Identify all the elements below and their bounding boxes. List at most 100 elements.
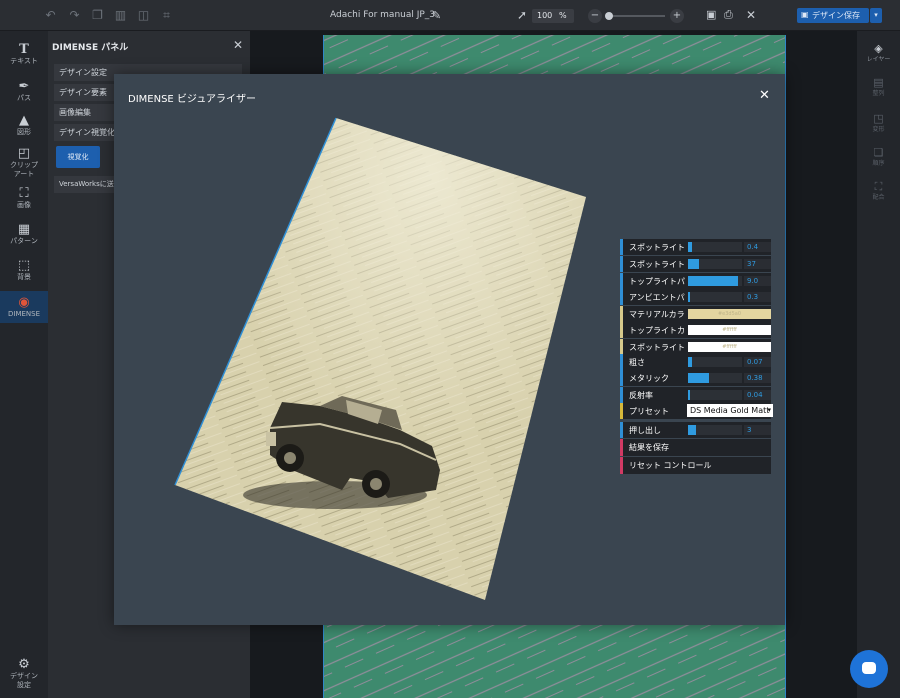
- control-value-input[interactable]: 3: [744, 425, 771, 435]
- control-slider[interactable]: [688, 259, 742, 269]
- close-icon[interactable]: ✕: [233, 38, 243, 52]
- crop-fit-icon[interactable]: ◫: [137, 9, 150, 22]
- layers-icon: ◈: [874, 42, 883, 55]
- pointer-icon[interactable]: ➚: [517, 8, 527, 22]
- control-row-0: スポットライトバ 0.4: [620, 239, 771, 255]
- redo-icon[interactable]: ↷: [68, 9, 81, 22]
- duplicate-icon[interactable]: ❐: [91, 9, 104, 22]
- control-label: アンビエントパ: [629, 293, 685, 302]
- zoom-unit: %: [559, 11, 567, 20]
- control-label: 反射率: [629, 391, 653, 400]
- tool-layers[interactable]: ◈ レイヤー: [857, 42, 900, 64]
- tool-label: 画像: [17, 201, 31, 209]
- control-slider[interactable]: [688, 292, 742, 302]
- control-slider-fill: [688, 259, 699, 269]
- control-row-11: 押し出し 3: [620, 422, 771, 438]
- panel-title: DIMENSE パネル: [52, 43, 129, 53]
- control-value-input[interactable]: 0.3: [744, 292, 771, 302]
- control-row-8: メタリック 0.38: [620, 370, 771, 386]
- undo-icon[interactable]: ↶: [44, 9, 57, 22]
- visualize-button[interactable]: 視覚化: [56, 146, 100, 168]
- control-slider[interactable]: [688, 390, 742, 400]
- control-label: スポットライトバ: [629, 243, 685, 252]
- control-value-input[interactable]: 9.0: [744, 276, 771, 286]
- print-icon[interactable]: ⎙: [724, 8, 733, 22]
- chat-icon: [862, 662, 876, 674]
- control-row-10: プリセット DS Media Gold Matt ▾: [620, 403, 773, 419]
- zoom-slider-handle[interactable]: [605, 12, 613, 20]
- tool-label: 配合: [872, 194, 885, 201]
- text-icon: T: [19, 42, 29, 57]
- control-slider[interactable]: [688, 373, 742, 383]
- tool-label: 図形: [17, 128, 31, 136]
- tool-label: パス: [17, 94, 31, 102]
- control-value-input[interactable]: 0.04: [744, 390, 771, 400]
- document-title: Adachi For manual JP_3: [330, 10, 436, 20]
- control-value-input[interactable]: 0.07: [744, 357, 771, 367]
- tool-pattern[interactable]: ▦ パターン: [0, 222, 48, 246]
- control-color-swatch[interactable]: #ffffff: [688, 325, 771, 335]
- control-row-2: トップライトパ 9.0: [620, 273, 771, 289]
- tool-label: クリップ アート: [10, 161, 38, 178]
- tool-label: 変形: [872, 126, 885, 133]
- tool-transform[interactable]: ◳ 変形: [857, 112, 900, 134]
- control-color-swatch[interactable]: #ffffff: [688, 342, 771, 352]
- visualizer-render[interactable]: [170, 110, 600, 605]
- tool-text[interactable]: T テキスト: [0, 42, 48, 66]
- control-row-6: スポットライトカ#ffffff: [620, 339, 771, 355]
- tool-image[interactable]: ⛶ 画像: [0, 186, 48, 210]
- control-color-swatch[interactable]: #e3d5a0: [688, 309, 771, 319]
- image-icon: ⛶: [19, 186, 29, 201]
- tool-background[interactable]: ⬚ 背景: [0, 258, 48, 282]
- control-row-13[interactable]: リセット コントロール: [620, 457, 771, 474]
- tool-label: デザイン 設定: [10, 672, 38, 689]
- close-icon[interactable]: ✕: [746, 8, 756, 22]
- tool-shapes[interactable]: ▲ 図形: [0, 113, 48, 137]
- save-dropdown-button[interactable]: ▾: [870, 8, 882, 23]
- control-row-12[interactable]: 結果を保存: [620, 439, 771, 456]
- control-slider-fill: [688, 373, 709, 383]
- control-label: マテリアルカラー: [629, 310, 685, 319]
- tool-clipart[interactable]: ◰ クリップ アート: [0, 146, 48, 179]
- tool-path[interactable]: ✒ パス: [0, 79, 48, 103]
- shapes-icon: ▲: [19, 113, 29, 128]
- tool-label: DIMENSE: [7, 310, 41, 318]
- group-icon: ⛶: [874, 180, 883, 193]
- control-slider[interactable]: [688, 357, 742, 367]
- control-value-input[interactable]: 37: [744, 259, 771, 269]
- gear-icon: ⚙: [18, 657, 30, 672]
- zoom-in-button[interactable]: +: [670, 9, 684, 23]
- preset-select[interactable]: DS Media Gold Matt ▾: [687, 404, 773, 417]
- control-label: 粗さ: [629, 358, 645, 367]
- dimense-icon: ◉: [18, 295, 30, 310]
- modal-title: DIMENSE ビジュアライザー: [128, 94, 257, 105]
- edit-title-icon[interactable]: ✎: [432, 9, 441, 22]
- tool-design-settings[interactable]: ⚙ デザイン 設定: [0, 657, 48, 690]
- tool-dimense[interactable]: ◉ DIMENSE: [0, 291, 48, 323]
- crop-icon[interactable]: ⌗: [160, 9, 173, 22]
- close-icon[interactable]: ✕: [759, 88, 770, 103]
- zoom-out-button[interactable]: −: [588, 9, 602, 23]
- control-value-input[interactable]: 0.38: [744, 373, 771, 383]
- tool-label: 順序: [872, 160, 885, 167]
- control-slider-fill: [688, 390, 690, 400]
- zoom-slider[interactable]: [607, 15, 665, 17]
- trash-icon[interactable]: ▥: [114, 9, 127, 22]
- tool-align[interactable]: ▤ 整列: [857, 76, 900, 98]
- tool-order[interactable]: ❏ 順序: [857, 146, 900, 168]
- control-slider[interactable]: [688, 276, 742, 286]
- control-row-9: 反射率 0.04: [620, 387, 771, 403]
- tool-label: 整列: [872, 90, 885, 97]
- control-label: プリセット: [629, 407, 669, 416]
- control-slider-fill: [688, 292, 690, 302]
- control-slider[interactable]: [688, 425, 742, 435]
- control-label: スポットライトカ: [629, 343, 685, 352]
- preset-select-value: DS Media Gold Matt: [690, 406, 770, 415]
- transform-icon: ◳: [873, 112, 884, 125]
- control-value-input[interactable]: 0.4: [744, 242, 771, 252]
- control-slider[interactable]: [688, 242, 742, 252]
- control-label: スポットライトア: [629, 260, 685, 269]
- control-row-7: 粗さ 0.07: [620, 354, 771, 370]
- save-icon[interactable]: ▣: [706, 8, 716, 21]
- tool-group[interactable]: ⛶ 配合: [857, 180, 900, 202]
